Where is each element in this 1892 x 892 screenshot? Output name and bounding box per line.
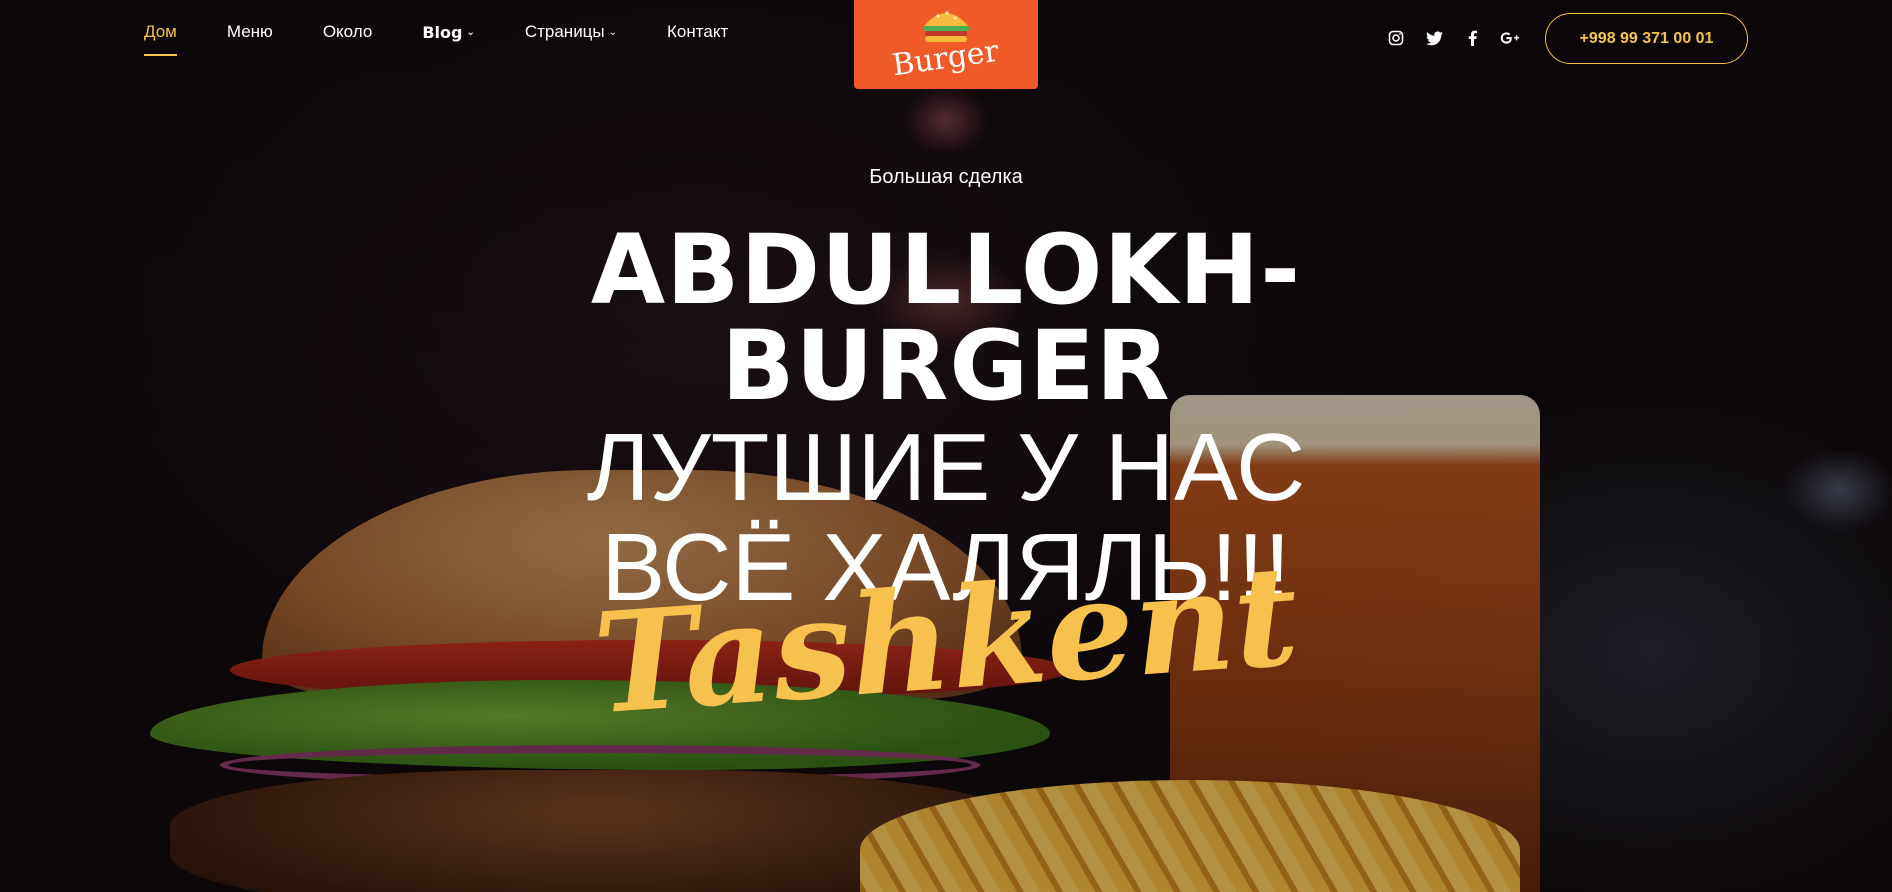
nav-item-label: Меню <box>226 22 273 41</box>
main-nav: Дом Меню Около Blog ⌄ Страницы ⌄ Контакт <box>144 22 778 56</box>
hero-tagline-line: ЛУТШИЕ У НАС <box>586 414 1306 521</box>
social-links <box>1386 28 1520 48</box>
facebook-icon[interactable] <box>1462 28 1482 48</box>
nav-item-menu[interactable]: Меню <box>227 22 273 42</box>
logo-text: Burger <box>890 33 1002 84</box>
nav-item-label: Blog <box>422 22 463 42</box>
nav-item-home[interactable]: Дом <box>144 22 177 56</box>
hero-title-line: ABDULLOKH- <box>590 214 1302 326</box>
google-plus-icon[interactable] <box>1500 28 1520 48</box>
nav-item-pages[interactable]: Страницы ⌄ <box>525 22 617 42</box>
nav-item-label: Контакт <box>667 22 729 41</box>
chevron-down-icon: ⌄ <box>466 26 475 38</box>
hero-subtitle: Большая сделка <box>869 166 1023 188</box>
hero-title-line: BURGER <box>721 310 1171 422</box>
twitter-icon[interactable] <box>1424 28 1444 48</box>
hero-title: ABDULLOKH- BURGER <box>0 222 1892 414</box>
nav-item-label: Около <box>322 22 373 41</box>
nav-item-contact[interactable]: Контакт <box>667 22 728 42</box>
instagram-icon[interactable] <box>1386 28 1406 48</box>
nav-item-blog[interactable]: Blog ⌄ <box>422 23 475 42</box>
site-logo[interactable]: Burger <box>854 0 1038 89</box>
nav-item-label: Дом <box>144 22 177 41</box>
nav-item-about[interactable]: Около <box>323 22 373 42</box>
chevron-down-icon: ⌄ <box>608 26 618 38</box>
nav-item-label: Страницы <box>524 22 605 41</box>
phone-button[interactable]: +998 99 371 00 01 <box>1545 13 1748 64</box>
phone-number: +998 99 371 00 01 <box>1579 29 1714 47</box>
